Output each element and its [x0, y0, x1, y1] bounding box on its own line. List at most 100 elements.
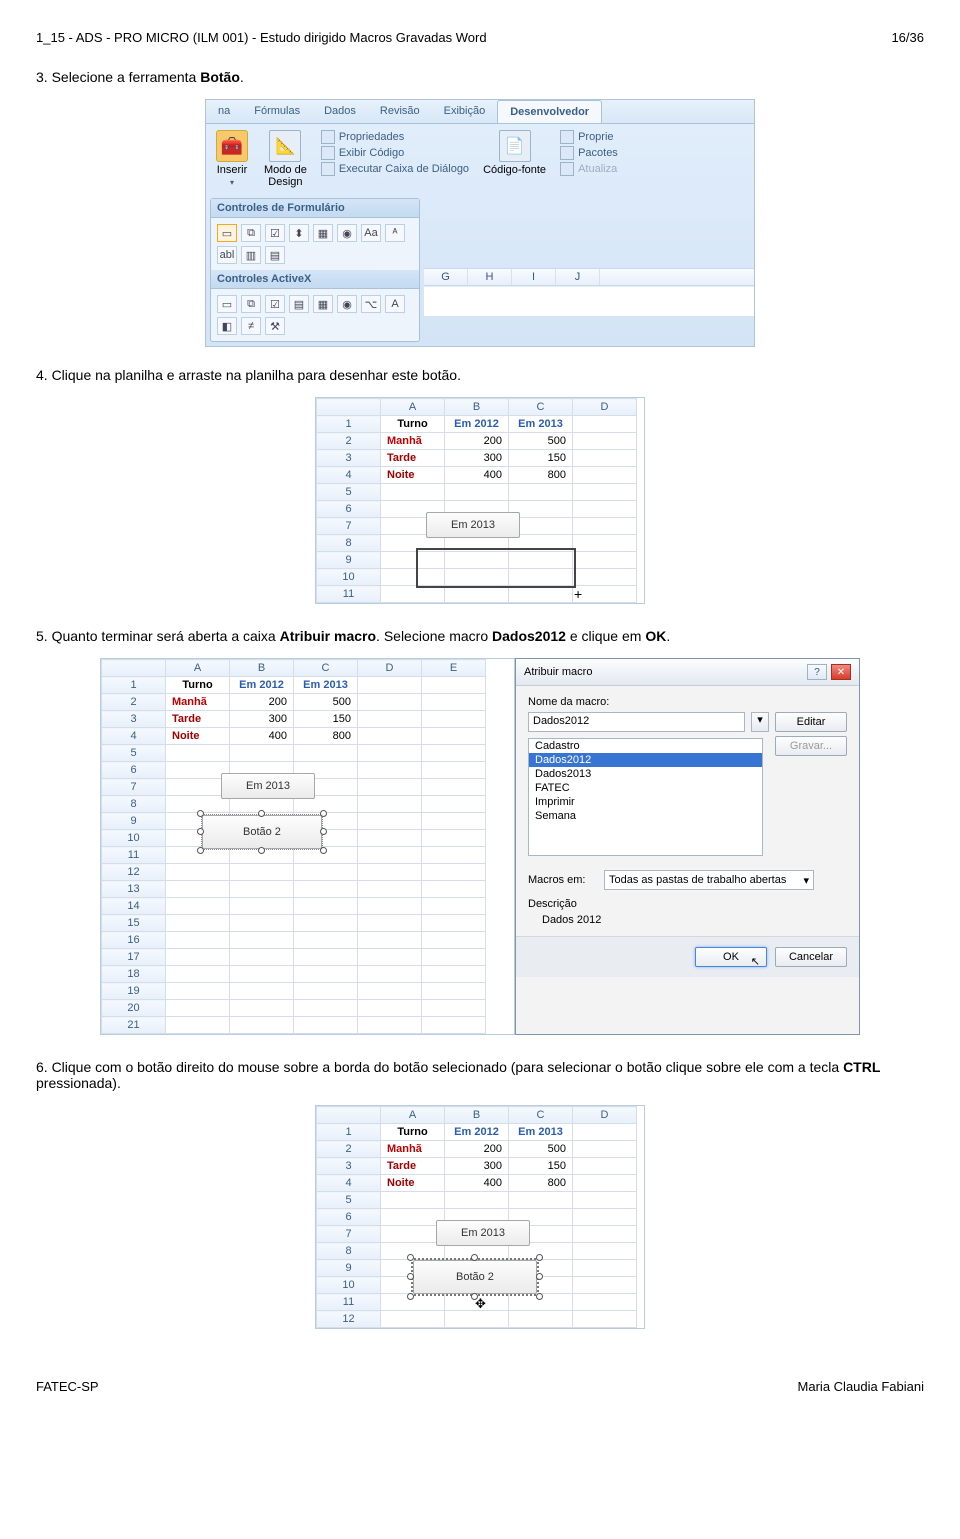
col-header[interactable]: C: [509, 399, 573, 416]
cell[interactable]: [294, 1017, 358, 1034]
cell[interactable]: [358, 932, 422, 949]
cell[interactable]: [358, 881, 422, 898]
cell[interactable]: [422, 745, 486, 762]
listbox-icon[interactable]: ▦: [313, 224, 333, 242]
cell[interactable]: [166, 949, 230, 966]
col-j[interactable]: J: [556, 269, 600, 285]
cell[interactable]: 5: [317, 484, 381, 501]
col-header[interactable]: B: [445, 1107, 509, 1124]
cell[interactable]: 5: [317, 1192, 381, 1209]
cell[interactable]: 8: [102, 796, 166, 813]
cell[interactable]: 200: [445, 1141, 509, 1158]
botao2-selected[interactable]: Botão 2: [201, 814, 323, 850]
cell[interactable]: [294, 983, 358, 1000]
cell[interactable]: [358, 966, 422, 983]
cell[interactable]: [358, 1017, 422, 1034]
cell[interactable]: 18: [102, 966, 166, 983]
ax-more-icon[interactable]: ⚒: [265, 317, 285, 335]
cell[interactable]: 7: [317, 518, 381, 535]
abl-icon[interactable]: abl: [217, 246, 237, 264]
cell[interactable]: [381, 586, 445, 603]
cell[interactable]: 3: [317, 450, 381, 467]
cell[interactable]: [166, 932, 230, 949]
cell[interactable]: [294, 898, 358, 915]
cell[interactable]: [422, 881, 486, 898]
cell[interactable]: [358, 694, 422, 711]
cell[interactable]: [294, 881, 358, 898]
cell[interactable]: [422, 813, 486, 830]
cell[interactable]: Em 2012: [230, 677, 294, 694]
macro-listbox[interactable]: Cadastro Dados2012 Dados2013 FATEC Impri…: [528, 738, 763, 856]
cell[interactable]: 11: [317, 1294, 381, 1311]
macro-item-imprimir[interactable]: Imprimir: [529, 795, 762, 809]
tab-desenvolvedor[interactable]: Desenvolvedor: [497, 100, 602, 123]
cell[interactable]: 20: [102, 1000, 166, 1017]
refedit-button[interactable]: ▾: [751, 712, 769, 732]
cell[interactable]: [422, 847, 486, 864]
col-g[interactable]: G: [424, 269, 468, 285]
cell[interactable]: [573, 1277, 637, 1294]
cell[interactable]: [294, 966, 358, 983]
cell[interactable]: 2: [317, 1141, 381, 1158]
cell[interactable]: 300: [230, 711, 294, 728]
cell[interactable]: [573, 535, 637, 552]
macro-item-dados2012[interactable]: Dados2012: [529, 753, 762, 767]
ax-listbox-icon[interactable]: ▤: [289, 295, 309, 313]
cell[interactable]: 6: [317, 501, 381, 518]
cell[interactable]: 150: [294, 711, 358, 728]
cell[interactable]: [422, 677, 486, 694]
cell[interactable]: [230, 1017, 294, 1034]
cell[interactable]: 7: [102, 779, 166, 796]
cell[interactable]: 4: [102, 728, 166, 745]
cell[interactable]: [381, 1209, 445, 1226]
col-header[interactable]: D: [573, 1107, 637, 1124]
cell[interactable]: [573, 1209, 637, 1226]
ax-image-icon[interactable]: ◧: [217, 317, 237, 335]
help-button[interactable]: ?: [807, 664, 827, 680]
cell[interactable]: 9: [317, 552, 381, 569]
cell[interactable]: 14: [102, 898, 166, 915]
cell[interactable]: 12: [317, 1311, 381, 1328]
proprie-button[interactable]: Proprie: [560, 130, 618, 144]
floating-label-2013[interactable]: Em 2013: [426, 512, 520, 538]
cell[interactable]: [573, 1226, 637, 1243]
cell[interactable]: [166, 864, 230, 881]
cell[interactable]: [166, 881, 230, 898]
cell[interactable]: [381, 484, 445, 501]
cell[interactable]: [230, 864, 294, 881]
cell[interactable]: 2: [317, 433, 381, 450]
tab-dados[interactable]: Dados: [312, 100, 368, 123]
cell[interactable]: 300: [445, 1158, 509, 1175]
combo-icon[interactable]: ⧉: [241, 224, 261, 242]
cell[interactable]: 500: [509, 1141, 573, 1158]
cell[interactable]: [294, 932, 358, 949]
cell[interactable]: [573, 1158, 637, 1175]
cell[interactable]: 800: [509, 467, 573, 484]
cell[interactable]: 9: [102, 813, 166, 830]
cell[interactable]: Em 2013: [509, 1124, 573, 1141]
cell[interactable]: [445, 1192, 509, 1209]
cell[interactable]: [166, 966, 230, 983]
cell[interactable]: [509, 484, 573, 501]
ax-button-icon[interactable]: ▭: [217, 295, 237, 313]
cell[interactable]: [422, 779, 486, 796]
cell[interactable]: 4: [317, 1175, 381, 1192]
cell[interactable]: Em 2012: [445, 1124, 509, 1141]
cell[interactable]: [166, 983, 230, 1000]
macros-em-select[interactable]: Todas as pastas de trabalho abertas ▾: [604, 870, 814, 890]
cell[interactable]: [294, 1000, 358, 1017]
cell[interactable]: [422, 762, 486, 779]
ax-combo-icon[interactable]: ⧉: [241, 295, 261, 313]
cell[interactable]: 1: [317, 416, 381, 433]
col-header[interactable]: B: [445, 399, 509, 416]
cell[interactable]: [166, 1017, 230, 1034]
cell[interactable]: [358, 813, 422, 830]
atualiza-button[interactable]: Atualiza: [560, 162, 618, 176]
spinner-icon[interactable]: ⬍: [289, 224, 309, 242]
cell[interactable]: [230, 966, 294, 983]
exibir-codigo-button[interactable]: Exibir Código: [321, 146, 469, 160]
col-header[interactable]: D: [358, 660, 422, 677]
cell[interactable]: 10: [317, 569, 381, 586]
ax-toggle-icon[interactable]: ⌥: [361, 295, 381, 313]
cell[interactable]: [422, 898, 486, 915]
